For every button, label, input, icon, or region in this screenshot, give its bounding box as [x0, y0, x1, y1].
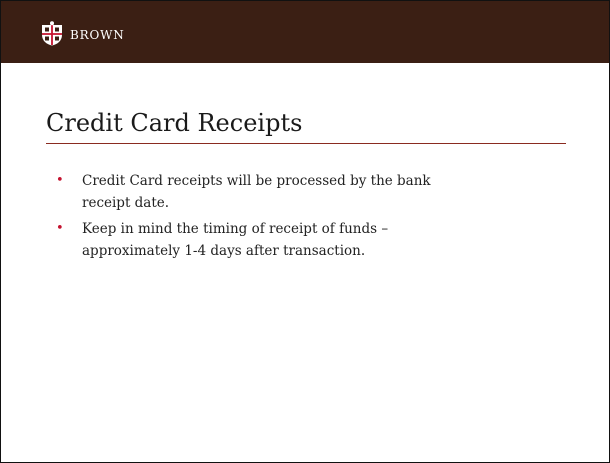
bullet-list: • Credit Card receipts will be processed… — [55, 170, 555, 266]
bullet-dot-icon: • — [56, 173, 64, 188]
brown-logo: BROWN — [41, 21, 125, 46]
bullet-item: • Keep in mind the timing of receipt of … — [55, 218, 555, 262]
slide-title: Credit Card Receipts — [46, 109, 303, 137]
header-bar: BROWN — [1, 1, 609, 63]
bullet-line: receipt date. — [82, 195, 170, 211]
brand-wordmark: BROWN — [70, 27, 125, 42]
bullet-line: Keep in mind the timing of receipt of fu… — [82, 221, 389, 237]
title-divider — [46, 143, 566, 144]
bullet-item: • Credit Card receipts will be processed… — [55, 170, 555, 214]
bullet-dot-icon: • — [56, 221, 64, 236]
slide: BROWN Credit Card Receipts • Credit Card… — [0, 0, 610, 463]
brown-shield-icon — [42, 21, 62, 46]
bullet-line: approximately 1-4 days after transaction… — [82, 243, 366, 259]
bullet-line: Credit Card receipts will be processed b… — [82, 173, 431, 189]
